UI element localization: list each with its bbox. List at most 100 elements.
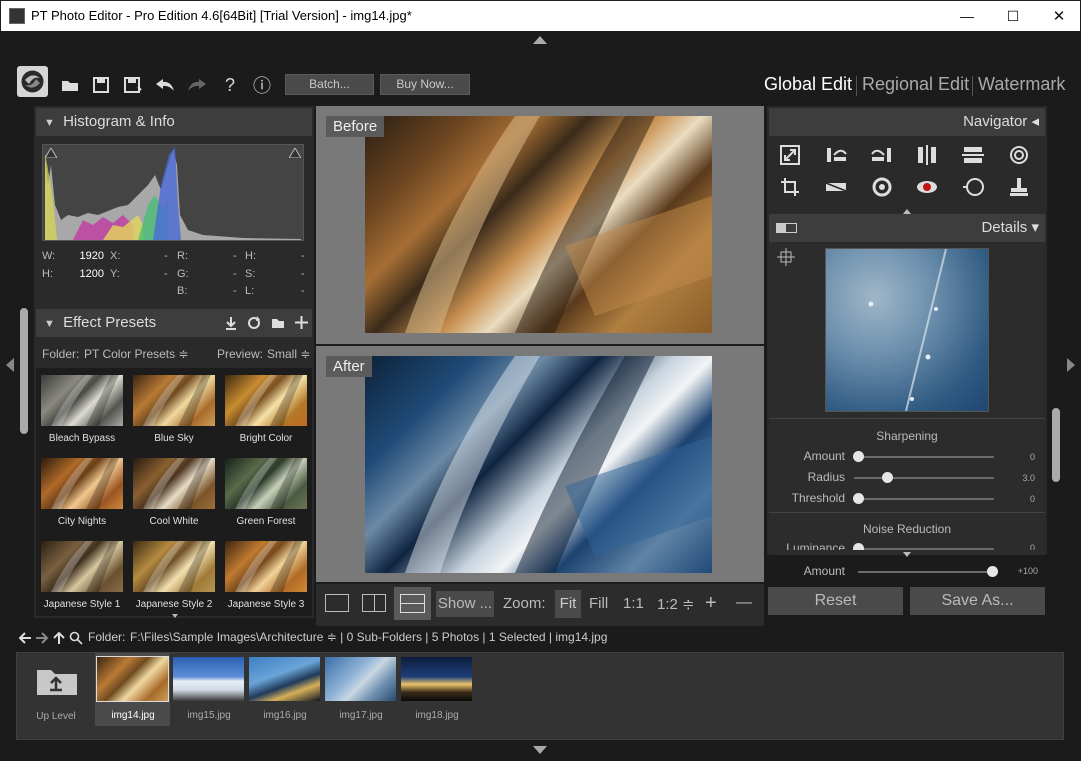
effect-amount-knob[interactable] [987,566,998,577]
sharpen-radius-knob[interactable] [882,472,893,483]
right-scrollbar-thumb[interactable] [1052,408,1060,482]
minimize-button[interactable]: — [944,1,990,31]
info-icon[interactable]: ⓘ [250,72,274,98]
red-eye-tool-icon[interactable] [912,173,942,201]
up-arrow-icon[interactable] [53,631,65,645]
y-value: - [164,268,168,280]
preset-thumbnail[interactable] [225,458,307,509]
preset-thumbnail[interactable] [133,375,215,426]
undo-icon[interactable] [153,72,177,98]
up-level-button[interactable]: Up Level [19,655,93,737]
crop-tool-icon[interactable] [775,173,805,201]
side-by-side-view-icon[interactable] [362,594,386,612]
navigator-header[interactable]: Navigator ◂ [769,108,1045,136]
up-level-label: Up Level [36,711,76,722]
histogram-chart [45,147,301,240]
refresh-presets-icon[interactable] [247,316,261,330]
shadow-clip-indicator-icon[interactable] [45,148,57,158]
file-thumbnail[interactable] [96,656,169,702]
save-as-button[interactable]: Save As... [910,587,1045,615]
collapse-right-arrow-icon[interactable] [1067,358,1075,372]
preset-thumbnail[interactable] [225,375,307,426]
rotate-right-tool-icon[interactable] [867,141,897,169]
sharpen-radius-track[interactable] [854,477,994,479]
preset-thumbnail[interactable] [133,541,215,592]
flip-vertical-tool-icon[interactable] [958,141,988,169]
download-preset-icon[interactable] [224,316,238,330]
buy-now-button[interactable]: Buy Now... [380,74,470,95]
luminance-label: Luminance [786,541,845,550]
zoom-ratio-select[interactable]: 1:2 ≑ [657,595,695,613]
highlight-clip-indicator-icon[interactable] [289,148,301,158]
preset-thumbnail[interactable] [41,375,123,426]
single-view-icon[interactable] [325,594,349,612]
collapse-left-arrow-icon[interactable] [6,358,14,372]
back-arrow-icon[interactable] [18,632,32,644]
presets-scroll-down-icon[interactable] [172,614,178,618]
tab-regional-edit[interactable]: Regional Edit [862,74,969,95]
file-thumbnail[interactable] [325,657,396,701]
crosshair-target-icon[interactable] [777,248,795,266]
preset-folder-select[interactable]: PT Color Presets ≑ [84,347,189,361]
file-thumbnail[interactable] [249,657,320,701]
zoom-1-1-button[interactable]: 1:1 [623,595,644,612]
forward-arrow-icon[interactable] [35,632,49,644]
b-label: B: [177,285,188,297]
maximize-button[interactable]: ☐ [990,1,1036,31]
preview-size-select[interactable]: Small ≑ [267,347,310,361]
open-folder-icon[interactable] [58,72,82,98]
resize-tool-icon[interactable] [775,141,805,169]
scroll-down-arrow-icon[interactable] [903,552,911,557]
collapse-top-arrow-icon[interactable] [533,36,547,44]
show-options-button[interactable]: Show ... [436,591,494,617]
reset-button[interactable]: Reset [768,587,903,615]
preset-folder-icon[interactable] [271,316,285,330]
luminance-knob[interactable] [853,543,864,550]
tab-global-edit[interactable]: Global Edit [764,74,852,95]
sharpen-amount-knob[interactable] [853,451,864,462]
batch-button[interactable]: Batch... [285,74,374,95]
details-header[interactable]: Details ▾ [769,214,1045,242]
preset-thumbnail[interactable] [225,541,307,592]
left-scrollbar-thumb[interactable] [20,308,28,434]
zoom-in-button[interactable]: + [705,592,717,615]
sharpen-threshold-knob[interactable] [853,493,864,504]
file-thumbnail[interactable] [173,657,244,701]
flip-horizontal-tool-icon[interactable] [912,141,942,169]
search-icon[interactable] [69,631,83,645]
file-name-label: img15.jpg [187,710,231,721]
save-icon[interactable] [89,72,113,98]
sharpen-threshold-track[interactable] [854,498,994,500]
help-icon[interactable]: ? [218,72,242,98]
browser-path[interactable]: F:\Files\Sample Images\Architecture ≑ | … [130,630,607,644]
luminance-track[interactable] [854,548,994,550]
rotate-left-tool-icon[interactable] [821,141,851,169]
close-button[interactable]: ✕ [1036,1,1081,31]
preset-thumbnail[interactable] [41,541,123,592]
collapse-bottom-arrow-icon[interactable] [533,746,547,754]
before-label: Before [326,116,385,137]
spiral-tool-icon[interactable] [1004,141,1034,169]
sharpen-radius-label: Radius [807,470,845,484]
preset-thumbnail[interactable] [133,458,215,509]
zoom-out-button[interactable]: — [736,594,752,612]
add-preset-icon[interactable] [294,315,309,330]
lens-tool-icon[interactable] [867,173,897,201]
split-view-button[interactable] [394,587,431,620]
redo-icon[interactable] [185,72,209,98]
details-toggle-icon[interactable] [776,223,797,233]
histogram-header[interactable]: ▼ Histogram & Info [36,108,312,136]
sharpen-amount-track[interactable] [854,456,994,458]
file-thumbnail[interactable] [401,657,472,701]
tab-watermark[interactable]: Watermark [978,74,1065,95]
vignette-tool-icon[interactable] [958,173,988,201]
effect-amount-track[interactable] [858,571,998,573]
preset-thumbnail[interactable] [41,458,123,509]
save-as-icon[interactable] [121,72,145,98]
stamp-tool-icon[interactable] [1004,173,1034,201]
zoom-fill-button[interactable]: Fill [589,595,608,612]
app-logo-icon [17,66,48,97]
zoom-fit-button[interactable]: Fit [555,590,581,618]
divider [769,418,1045,419]
straighten-tool-icon[interactable] [821,173,851,201]
